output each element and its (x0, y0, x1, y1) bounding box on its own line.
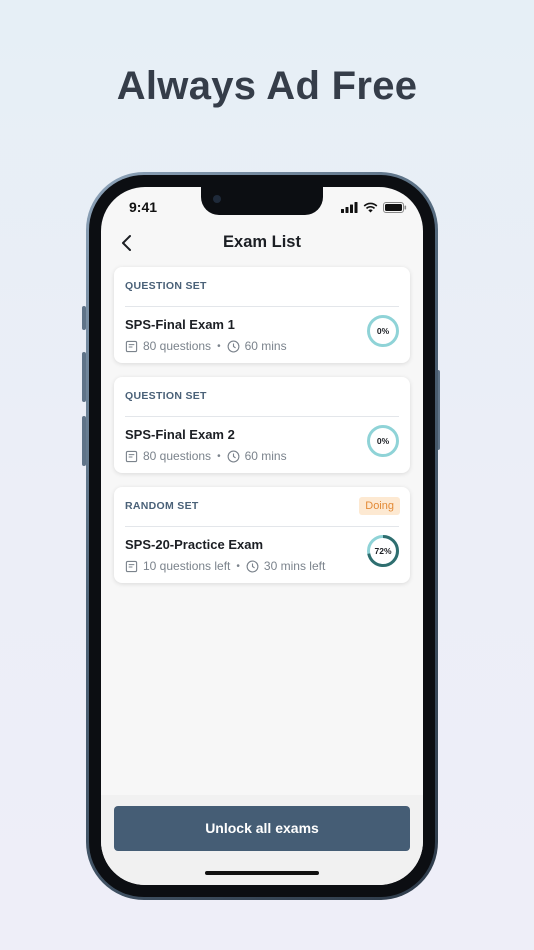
status-time: 9:41 (129, 199, 158, 215)
phone-frame: 9:41 Exam List QUESTION SET SPS-Final Ex… (86, 172, 438, 900)
exam-meta: 80 questions • 60 mins (125, 449, 287, 463)
headline: Always Ad Free (116, 64, 418, 108)
nav-bar: Exam List (101, 229, 423, 259)
duration: 60 mins (244, 449, 287, 463)
progress-percent: 0% (376, 326, 390, 336)
page-title: Exam List (223, 233, 301, 251)
clock-icon (227, 450, 240, 462)
document-icon (125, 340, 138, 352)
document-icon (125, 560, 138, 572)
exam-card[interactable]: QUESTION SET SPS-Final Exam 2 80 questio… (114, 377, 410, 473)
home-indicator[interactable] (205, 871, 319, 875)
clock-icon (227, 340, 240, 352)
exam-meta: 80 questions • 60 mins (125, 339, 287, 353)
progress-ring: 0% (366, 424, 400, 458)
duration: 30 mins left (263, 559, 326, 573)
card-divider (125, 416, 399, 417)
progress-percent: 0% (376, 436, 390, 446)
separator-dot: • (217, 450, 221, 462)
app-screen: 9:41 Exam List QUESTION SET SPS-Final Ex… (101, 187, 423, 885)
question-count: 80 questions (143, 449, 212, 463)
progress-percent: 72% (374, 546, 392, 556)
battery-icon (383, 202, 407, 213)
duration: 60 mins (244, 339, 287, 353)
document-icon (125, 450, 138, 462)
notch (201, 187, 323, 215)
cellular-signal-icon (341, 202, 358, 213)
separator-dot: • (217, 340, 221, 352)
unlock-all-exams-button[interactable]: Unlock all exams (114, 806, 410, 851)
progress-ring: 72% (366, 534, 400, 568)
exam-name: SPS-Final Exam 1 (125, 317, 235, 332)
set-type-label: QUESTION SET (125, 390, 207, 402)
wifi-icon (363, 202, 378, 213)
exam-name: SPS-Final Exam 2 (125, 427, 235, 442)
card-divider (125, 526, 399, 527)
exam-card[interactable]: RANDOM SET Doing SPS-20-Practice Exam 10… (114, 487, 410, 583)
progress-ring: 0% (366, 314, 400, 348)
exam-meta: 10 questions left • 30 mins left (125, 559, 325, 573)
question-count: 80 questions (143, 339, 212, 353)
clock-icon (246, 560, 259, 572)
separator-dot: • (236, 560, 240, 572)
exam-card[interactable]: QUESTION SET SPS-Final Exam 1 80 questio… (114, 267, 410, 363)
question-count: 10 questions left (143, 559, 231, 573)
exam-name: SPS-20-Practice Exam (125, 537, 264, 552)
card-divider (125, 306, 399, 307)
set-type-label: RANDOM SET (125, 500, 199, 512)
status-badge: Doing (359, 497, 400, 515)
set-type-label: QUESTION SET (125, 280, 207, 292)
front-camera (213, 195, 221, 203)
